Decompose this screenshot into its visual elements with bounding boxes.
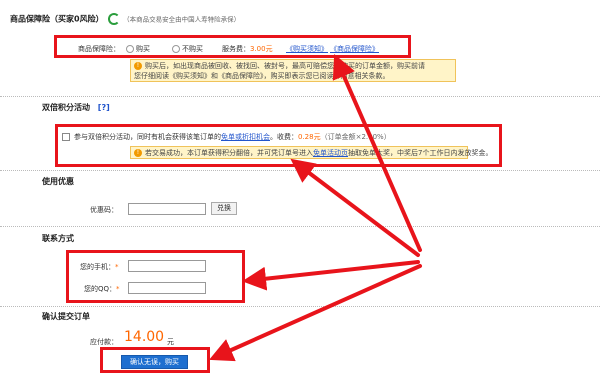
arrow-to-double-points [290, 158, 420, 257]
arrow-to-submit [209, 264, 422, 362]
arrow-to-insurance [332, 54, 422, 252]
annotation-arrows [209, 54, 422, 362]
